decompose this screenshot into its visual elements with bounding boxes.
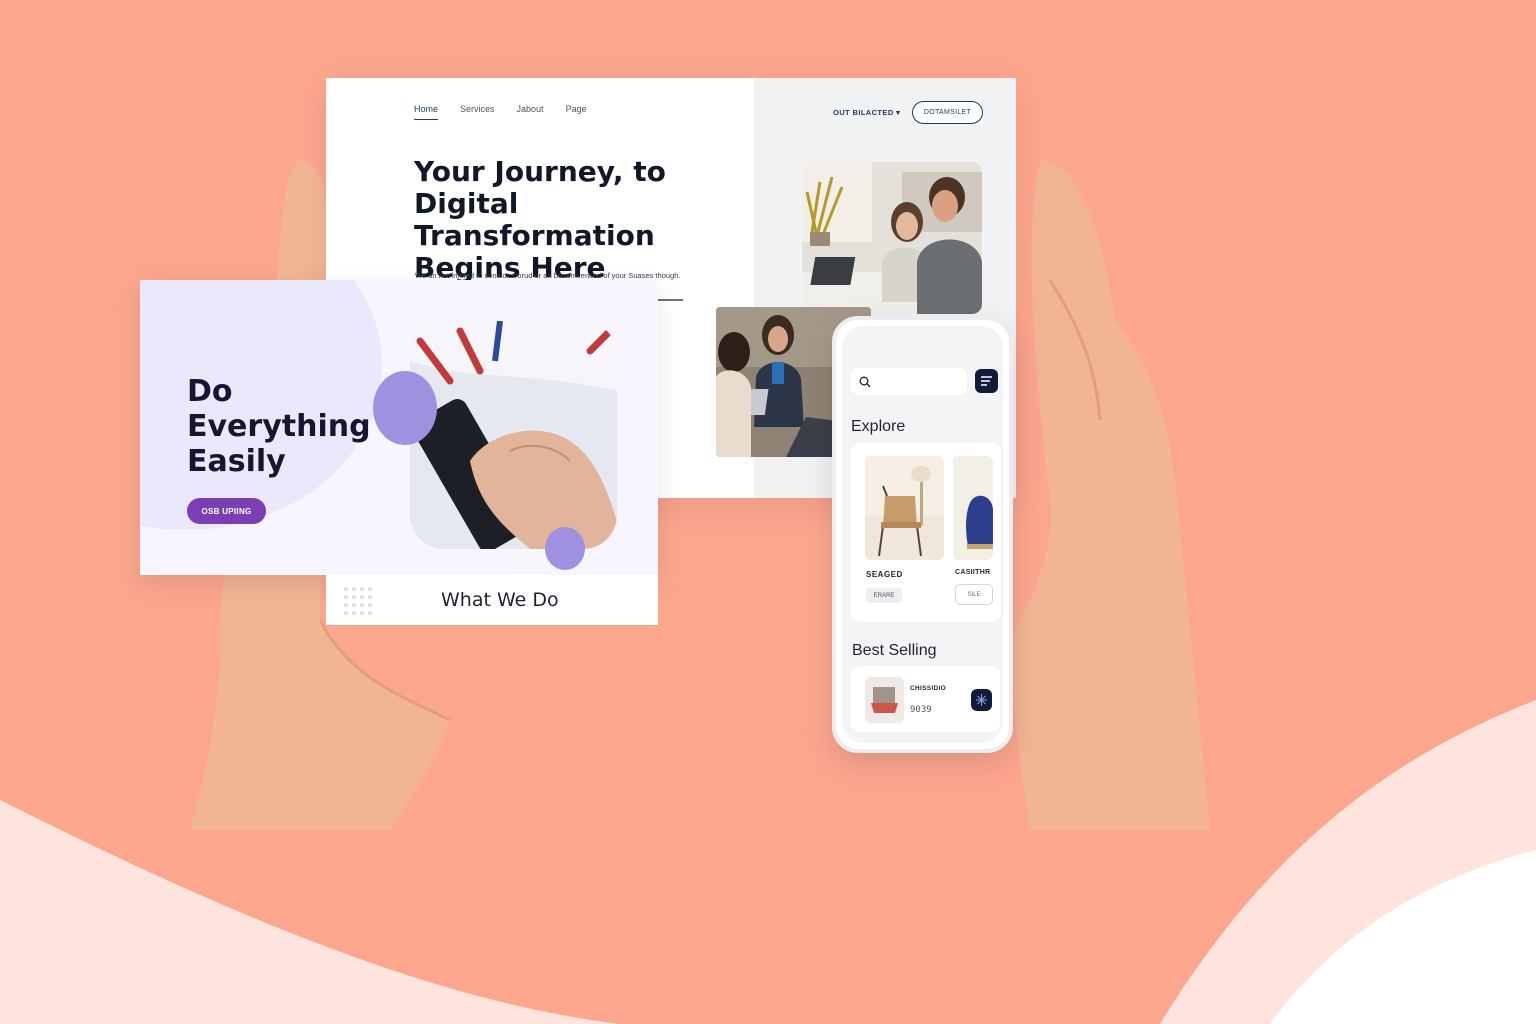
hero-subtitle: We an nutrimuted to senalor. Vorud or an…: [415, 271, 681, 280]
best-selling-item[interactable]: CHISSIDIO 9039: [851, 666, 1000, 732]
nav-page[interactable]: Page: [566, 104, 587, 120]
nav-cta-button[interactable]: DOTAMSILET: [912, 101, 983, 124]
what-we-do-heading: What We Do: [441, 589, 559, 611]
best-item-name: CHISSIDIO: [910, 685, 946, 692]
mobile-screen: Explore SEAGED CASIITHR ERARE SILE Best …: [842, 326, 1003, 743]
nav-services[interactable]: Services: [460, 104, 495, 120]
best-item-action-button[interactable]: [971, 689, 992, 711]
sparkle-icon: [976, 694, 987, 706]
promo-title-line-3: Easily: [187, 444, 286, 479]
hand-holding-phone-photo: [410, 321, 617, 549]
mobile-app-mockup: Explore SEAGED CASIITHR ERARE SILE Best …: [832, 316, 1013, 753]
promo-button[interactable]: OSB UPIING: [187, 498, 266, 524]
hero-title-line-2: Digital Transformation: [414, 187, 655, 252]
best-selling-heading: Best Selling: [852, 642, 937, 659]
dot-grid-decoration: [342, 585, 374, 617]
product-name-2: CASIITHR: [955, 569, 991, 576]
search-input[interactable]: [851, 368, 967, 395]
decor-circle-large: [373, 371, 437, 445]
best-item-thumbnail: [865, 677, 904, 723]
what-we-do-section: What We Do: [326, 575, 658, 625]
explore-heading: Explore: [851, 418, 906, 435]
product-card-image[interactable]: [865, 456, 944, 560]
promo-card: Do Everything Easily OSB UPIING: [140, 280, 658, 575]
nav-home[interactable]: Home: [414, 104, 439, 120]
decor-circle-small: [545, 527, 585, 570]
product-tag-2[interactable]: SILE: [955, 584, 993, 605]
nav-about[interactable]: Jabout: [517, 104, 544, 120]
best-item-price: 9039: [910, 705, 932, 715]
hero-title-line-1: Your Journey, to: [414, 155, 666, 188]
promo-title: Do Everything Easily: [187, 374, 371, 479]
product-name: SEAGED: [866, 570, 903, 579]
menu-button[interactable]: [975, 369, 998, 393]
menu-icon: [981, 376, 992, 386]
promo-title-line-1: Do: [187, 374, 233, 409]
product-card-image-2[interactable]: [953, 456, 993, 560]
search-icon: [859, 376, 871, 388]
hero-divider: [657, 299, 683, 301]
chevron-down-icon: ▾: [896, 108, 901, 117]
promo-title-line-2: Everything: [187, 409, 371, 444]
product-tag[interactable]: ERARE: [866, 588, 902, 603]
nav-dropdown-label: OUT BILACTED: [833, 108, 894, 117]
right-hand-image: [1013, 160, 1210, 830]
hero-title: Your Journey, to Digital Transformation …: [414, 156, 734, 284]
top-nav: Home Services Jabout Page: [414, 104, 609, 120]
explore-carousel: SEAGED CASIITHR ERARE SILE: [851, 443, 1001, 622]
nav-dropdown[interactable]: OUT BILACTED ▾: [833, 108, 900, 117]
meeting-photo: [802, 162, 982, 314]
